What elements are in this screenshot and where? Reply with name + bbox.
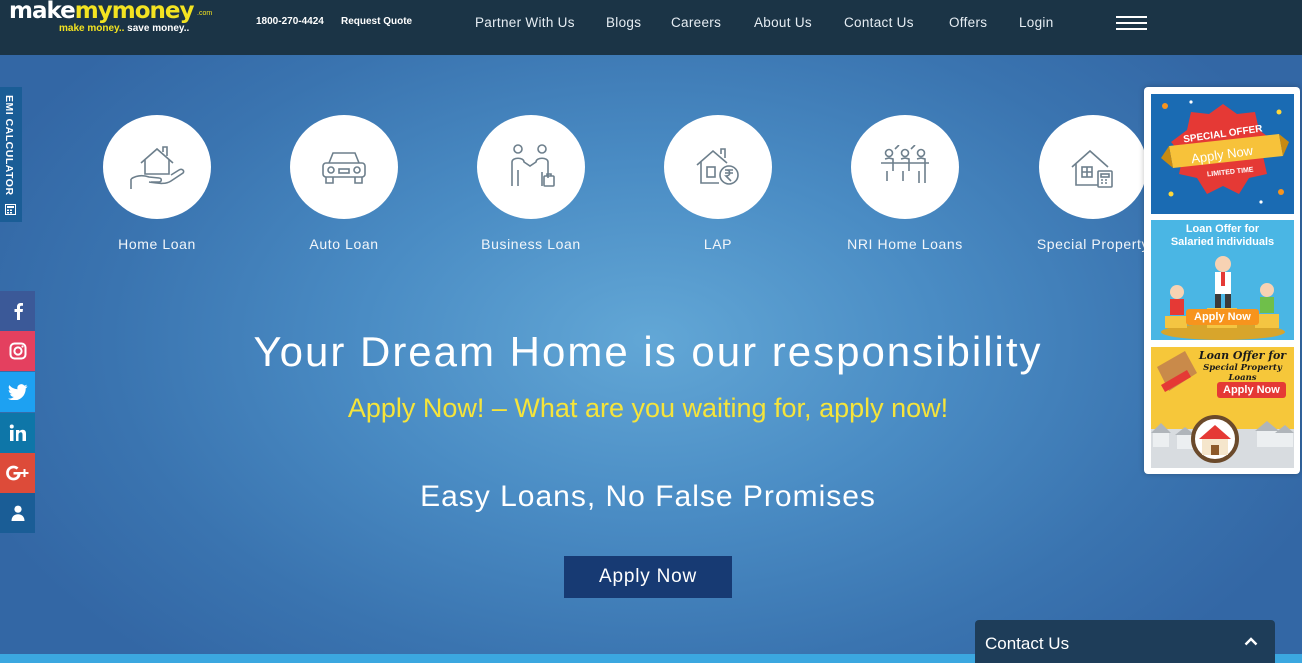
- nav-partner-with-us[interactable]: Partner With Us: [475, 15, 575, 30]
- request-quote-link[interactable]: Request Quote: [341, 16, 412, 27]
- apply-now-button[interactable]: Apply Now: [564, 556, 732, 598]
- hero-tagline: Easy Loans, No False Promises: [420, 480, 876, 513]
- nri-people-icon: [881, 145, 929, 183]
- facebook-button[interactable]: [0, 291, 35, 331]
- hamburger-menu-icon[interactable]: [1116, 14, 1147, 32]
- category-circle: [664, 115, 772, 219]
- category-label: NRI Home Loans: [847, 236, 963, 252]
- calculator-icon: [5, 204, 16, 215]
- offer-3-line2: Special Property Loans: [1203, 363, 1282, 383]
- offer-2-line1: Loan Offer for: [1185, 223, 1260, 235]
- emi-calculator-tab[interactable]: EMI CALCULATOR: [0, 87, 22, 222]
- category-label: Auto Loan: [309, 236, 379, 252]
- category-nri-home-loans[interactable]: NRI Home Loans: [825, 115, 985, 260]
- emi-calculator-label: EMI CALCULATOR: [3, 95, 15, 196]
- salaried-people-graphic: [1161, 256, 1285, 340]
- category-auto-loan[interactable]: Auto Loan: [264, 115, 424, 260]
- category-lap[interactable]: LAP: [638, 115, 798, 260]
- logo-tld: .com: [197, 10, 213, 17]
- category-label: Business Loan: [481, 236, 581, 252]
- category-circle: [103, 115, 211, 219]
- offers-panel: SPECIAL OFFER Apply Now LIMITED TIME Loa…: [1144, 87, 1300, 474]
- phone-number[interactable]: 1800-270-4424: [256, 16, 324, 27]
- nav-about-us[interactable]: About Us: [754, 15, 812, 30]
- category-home-loan[interactable]: Home Loan: [77, 115, 237, 260]
- nav-login[interactable]: Login: [1019, 15, 1054, 30]
- logo-wordmark: makemymoney: [9, 0, 194, 24]
- category-business-loan[interactable]: Business Loan: [451, 115, 611, 260]
- google-plus-icon: [5, 465, 28, 481]
- nav-contact-us[interactable]: Contact Us: [844, 15, 914, 30]
- offer-3-line1: Loan Offer for: [1198, 349, 1287, 362]
- business-handshake-icon: [511, 144, 555, 187]
- contact-us-bar[interactable]: Contact Us: [975, 620, 1275, 663]
- nav-offers[interactable]: Offers: [949, 15, 987, 30]
- offer-3-apply-button[interactable]: Apply Now: [1217, 382, 1286, 398]
- hero-subtitle: Apply Now! – What are you waiting for, a…: [347, 393, 949, 423]
- nav-blogs[interactable]: Blogs: [606, 15, 641, 30]
- facebook-icon: [14, 303, 23, 320]
- offer-2-line2: Salaried individuals: [1170, 236, 1275, 248]
- category-circle: [851, 115, 959, 219]
- contact-us-label: Contact Us: [985, 634, 1070, 653]
- home-loan-icon: [130, 146, 185, 189]
- salaried-offer-banner[interactable]: Loan Offer for Salaried individuals Appl…: [1151, 220, 1294, 340]
- nav-careers[interactable]: Careers: [671, 15, 721, 30]
- logo-tagline: make money.. save money..: [59, 23, 190, 34]
- special-property-offer-banner[interactable]: Loan Offer for Special Property Loans Ap…: [1151, 347, 1294, 468]
- linkedin-icon: [9, 424, 26, 441]
- property-rupee-icon: [696, 148, 739, 185]
- category-circle: [1039, 115, 1147, 219]
- category-label: Home Loan: [118, 236, 196, 252]
- hero-title: Your Dream Home is our responsibility: [253, 328, 1043, 375]
- category-circle: [477, 115, 585, 219]
- category-label: LAP: [703, 236, 733, 252]
- category-circle: [290, 115, 398, 219]
- car-icon: [322, 152, 366, 184]
- chevron-up-icon[interactable]: [1244, 637, 1258, 646]
- special-offer-banner[interactable]: SPECIAL OFFER Apply Now LIMITED TIME: [1151, 94, 1294, 214]
- site-header: makemymoney .com make money.. save money…: [0, 0, 1302, 55]
- special-property-icon: [1071, 149, 1113, 188]
- offer-2-apply-button[interactable]: Apply Now: [1186, 309, 1259, 325]
- logo[interactable]: makemymoney .com make money.. save money…: [9, 0, 213, 40]
